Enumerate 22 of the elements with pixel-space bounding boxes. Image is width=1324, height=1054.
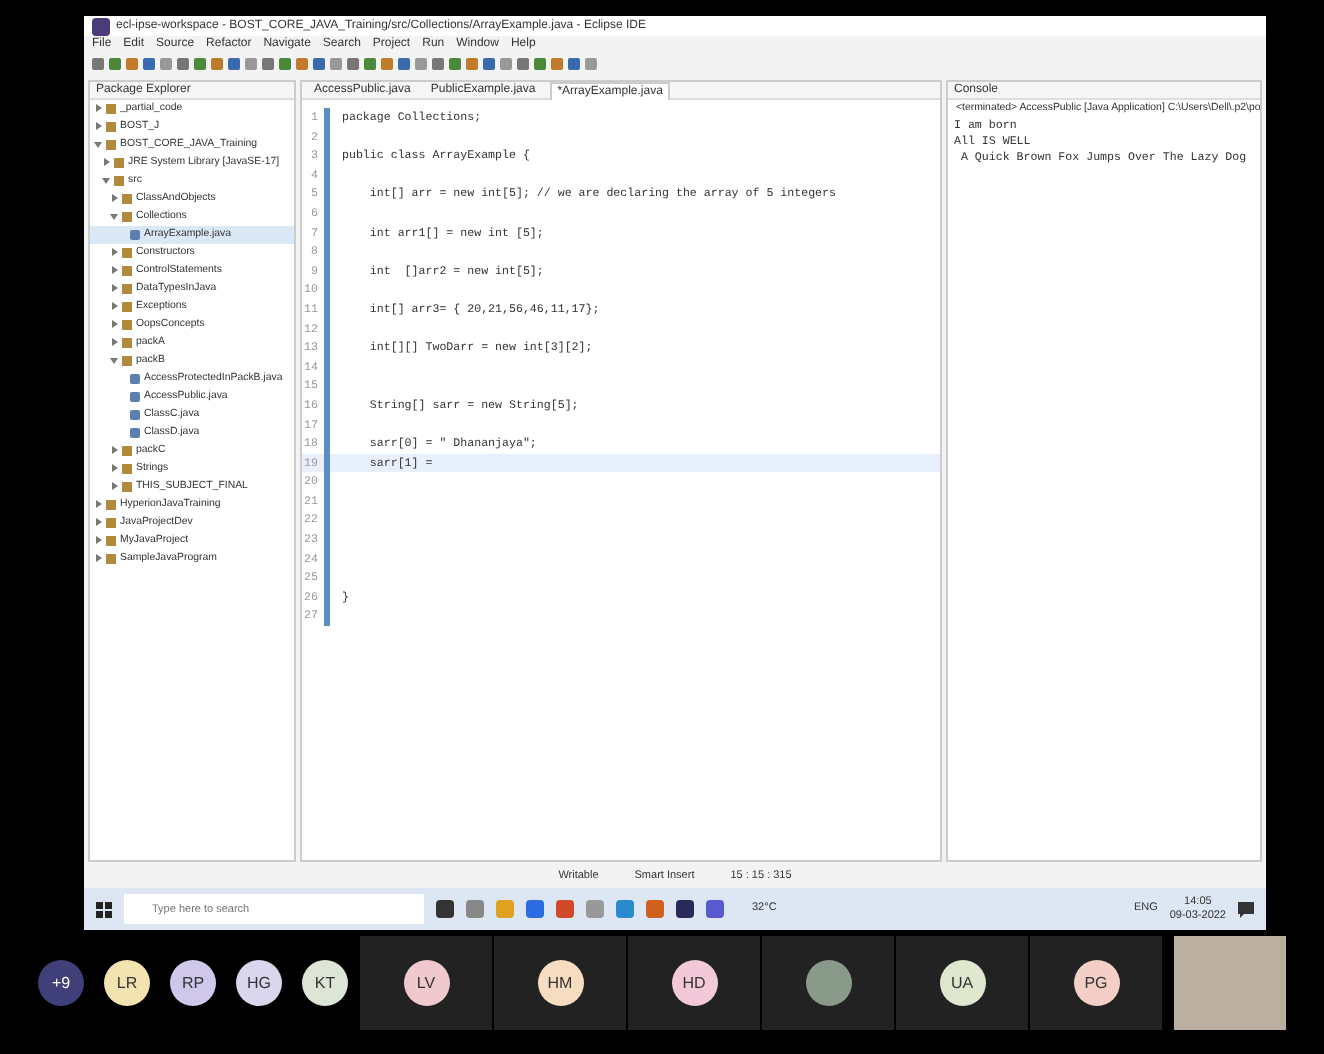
video-placeholder <box>1174 936 1286 1030</box>
participant-avatar: +9 <box>38 960 84 1006</box>
participant-avatar: UA <box>939 960 985 1006</box>
avatar-photo-placeholder <box>805 960 851 1006</box>
collapsed-arrow-icon[interactable] <box>101 157 109 166</box>
participant-avatar: RP <box>170 960 216 1006</box>
notification-icon[interactable] <box>1238 901 1254 917</box>
collapsed-arrow-icon[interactable] <box>109 193 117 202</box>
participant-avatar: HD <box>671 960 717 1006</box>
expanded-arrow-icon[interactable] <box>93 139 101 148</box>
participant-avatar: HG <box>236 960 282 1006</box>
app-icon <box>92 17 110 35</box>
participant-avatar: PG <box>1073 960 1119 1006</box>
participant-avatar: HM <box>537 960 583 1006</box>
participant-avatar: KT <box>302 960 348 1006</box>
windows-start-icon[interactable] <box>96 901 112 917</box>
expanded-arrow-icon[interactable] <box>109 355 117 364</box>
java-file-icon <box>130 230 140 240</box>
expanded-arrow-icon[interactable] <box>109 211 117 220</box>
expanded-arrow-icon[interactable] <box>101 175 109 184</box>
participant-avatar: LR <box>104 960 150 1006</box>
participant-avatar: LV <box>403 960 449 1006</box>
